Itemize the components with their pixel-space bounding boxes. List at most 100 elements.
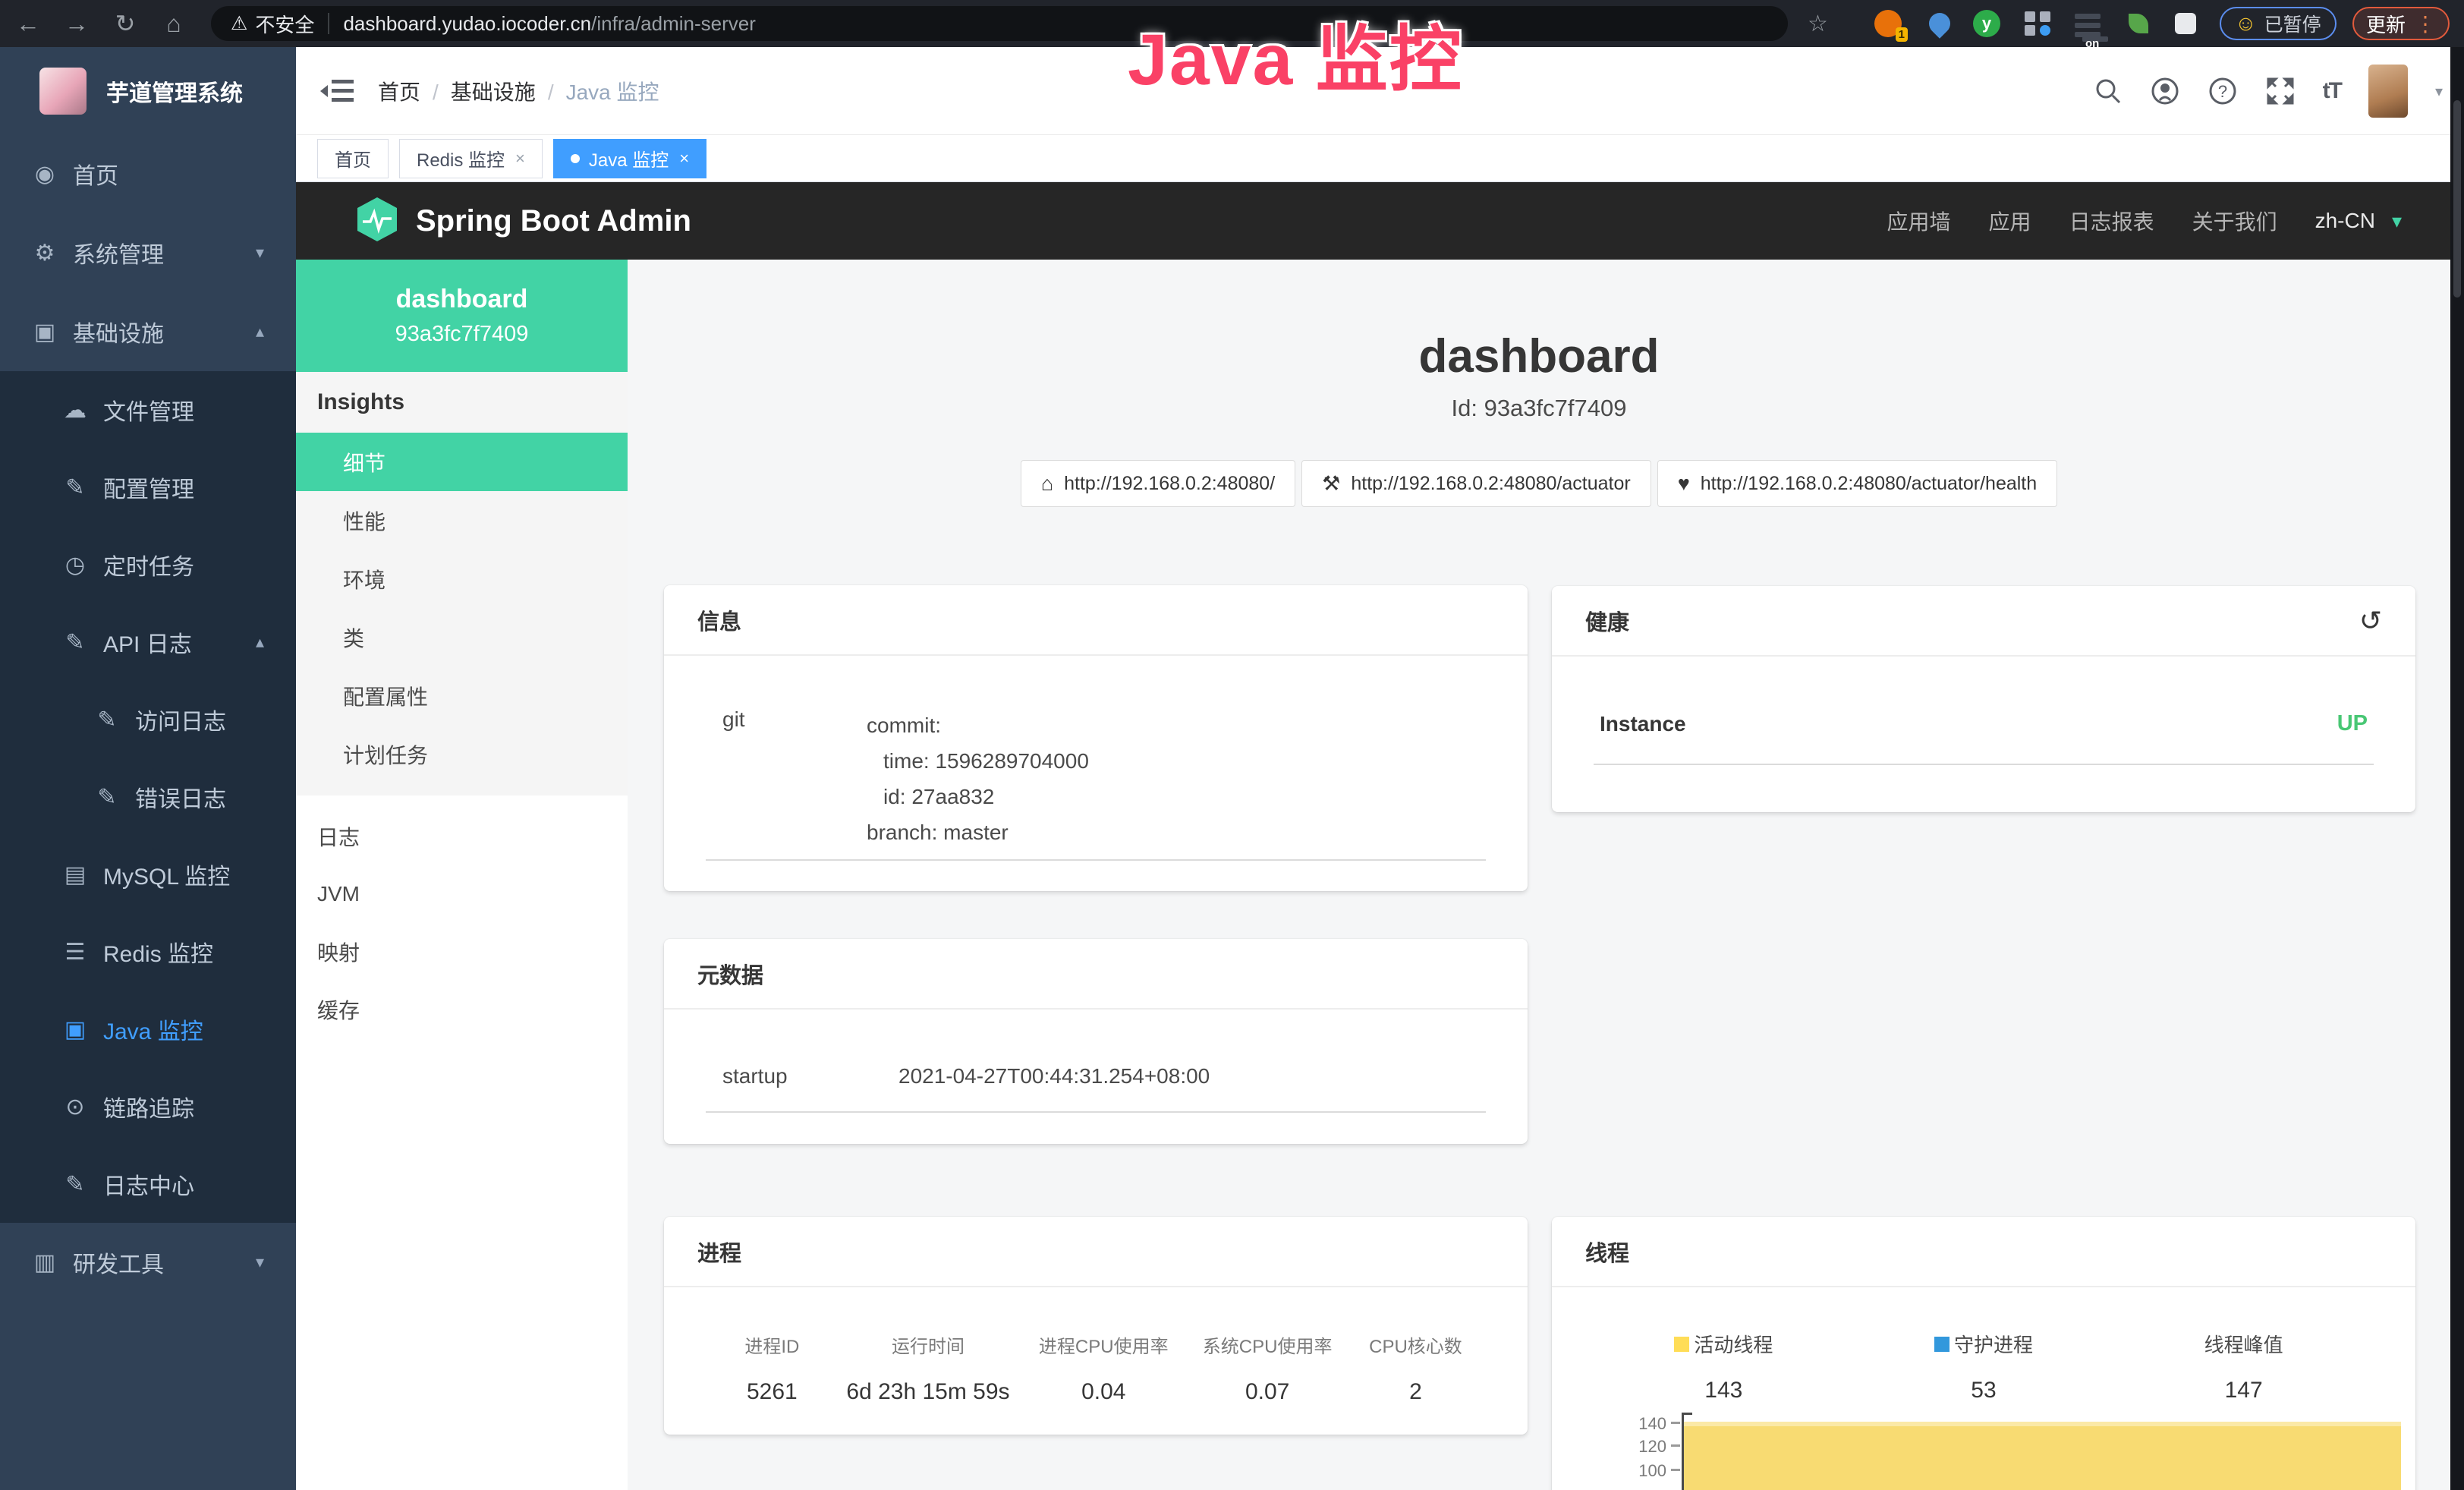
sba-nav-journal[interactable]: 日志报表 (2069, 206, 2154, 236)
extension-switch-icon[interactable]: on (2075, 10, 2102, 37)
sba-item-environment[interactable]: 环境 (296, 550, 628, 608)
sidebar-item-dev-tools[interactable]: ▥ 研发工具 ▾ (0, 1223, 296, 1302)
sba-nav-applications[interactable]: 应用 (1989, 206, 2031, 236)
sidebar-item-system[interactable]: ⚙ 系统管理 ▾ (0, 213, 296, 292)
monitor-icon: ▣ (61, 1016, 90, 1043)
font-size-icon[interactable]: tT (2323, 78, 2341, 104)
browser-home-icon[interactable]: ⌂ (152, 0, 196, 47)
sidebar-item-label: 文件管理 (103, 393, 194, 427)
sba-locale-select[interactable]: zh-CN (2315, 209, 2375, 233)
actuator-url-button[interactable]: ⚒ http://192.168.0.2:48080/actuator (1301, 460, 1651, 507)
process-uptime: 6d 23h 15m 59s (839, 1379, 1018, 1405)
extension-y-icon[interactable]: y (1973, 10, 2000, 37)
instance-id: 93a3fc7f7409 (395, 322, 529, 347)
browser-update-button[interactable]: 更新 ⋮ (2352, 7, 2450, 40)
address-bar[interactable]: ⚠ 不安全 dashboard.yudao.iocoder.cn /infra/… (211, 6, 1788, 41)
sidebar-item-redis-monitor[interactable]: ☰ Redis 监控 (0, 913, 296, 991)
sidebar-item-scheduled-jobs[interactable]: ◷ 定时任务 (0, 526, 296, 603)
sba-item-details[interactable]: 细节 (296, 433, 628, 491)
sidebar-submenu-infra: ☁ 文件管理 ✎ 配置管理 ◷ 定时任务 ✎ API 日志 ▴ ✎ 访问日志 ✎ (0, 371, 296, 1223)
browser-refresh-icon[interactable]: ↻ (103, 0, 147, 47)
tab-home[interactable]: 首页 (317, 139, 389, 178)
profile-paused-chip[interactable]: ☺ 已暂停 (2220, 7, 2337, 40)
tick-mark (1671, 1422, 1680, 1424)
sba-item-jvm[interactable]: JVM (296, 865, 628, 923)
insights-section: Insights 细节 性能 环境 类 配置属性 计划任务 (296, 372, 628, 795)
sidebar-item-access-logs[interactable]: ✎ 访问日志 (0, 681, 296, 758)
sba-item-logs[interactable]: 日志 (296, 808, 628, 865)
sba-nav-wallboard[interactable]: 应用墙 (1887, 206, 1951, 236)
service-url-button[interactable]: ⌂ http://192.168.0.2:48080/ (1021, 460, 1295, 507)
extension-leaf-icon[interactable] (2125, 10, 2152, 37)
extension-puzzle-icon[interactable] (2172, 10, 2199, 37)
close-icon[interactable]: × (515, 149, 525, 169)
sba-item-scheduled-tasks[interactable]: 计划任务 (296, 725, 628, 783)
screenshot-root: ← → ↻ ⌂ ⚠ 不安全 dashboard.yudao.iocoder.cn… (0, 0, 2464, 1490)
search-icon[interactable] (2094, 77, 2123, 106)
sba-item-caches[interactable]: 缓存 (296, 981, 628, 1038)
browser-forward-icon[interactable]: → (55, 0, 99, 47)
instance-name: dashboard (396, 285, 528, 314)
sidebar-collapse-icon[interactable] (320, 77, 354, 109)
github-icon[interactable] (2150, 76, 2180, 106)
instance-header[interactable]: dashboard 93a3fc7f7409 (296, 260, 628, 372)
help-icon[interactable]: ? (2208, 76, 2238, 106)
sba-item-config-props[interactable]: 配置属性 (296, 666, 628, 725)
sidebar-item-home[interactable]: ◉ 首页 (0, 134, 296, 213)
breadcrumb-home[interactable]: 首页 (378, 76, 420, 106)
bookmark-star-icon[interactable]: ☆ (1808, 0, 1828, 47)
user-avatar[interactable] (2368, 65, 2408, 118)
metadata-key: startup (722, 1064, 898, 1088)
sba-item-mappings[interactable]: 映射 (296, 923, 628, 981)
fullscreen-icon[interactable] (2265, 76, 2296, 106)
health-url-button[interactable]: ♥ http://192.168.0.2:48080/actuator/heal… (1657, 460, 2057, 507)
sidebar-item-label: MySQL 监控 (103, 858, 230, 891)
sidebar-item-label: 研发工具 (73, 1246, 164, 1279)
health-card: 健康 ↺ Instance UP (1552, 586, 2415, 812)
chevron-down-icon[interactable]: ▾ (2392, 209, 2402, 233)
tab-redis-monitor[interactable]: Redis 监控 × (399, 139, 543, 178)
avatar-caret-icon[interactable]: ▾ (2435, 82, 2443, 101)
sba-nav-about[interactable]: 关于我们 (2192, 206, 2277, 236)
scrollbar-thumb[interactable] (2453, 100, 2461, 298)
security-label[interactable]: 不安全 (255, 10, 314, 38)
tab-java-monitor[interactable]: Java 监控 × (553, 139, 706, 178)
sba-item-metrics[interactable]: 性能 (296, 491, 628, 550)
heartbeat-icon: ♥ (1678, 472, 1690, 496)
sidebar-item-label: 日志中心 (103, 1167, 194, 1201)
briefcase-icon: ▥ (30, 1249, 59, 1276)
extension-colorpicker-icon[interactable]: 1 (1874, 10, 1902, 37)
health-row[interactable]: Instance UP (1594, 711, 2374, 736)
column-header: 进程ID (706, 1331, 839, 1358)
sidebar-item-config[interactable]: ✎ 配置管理 (0, 449, 296, 526)
sidebar-item-infra[interactable]: ▣ 基础设施 ▴ (0, 292, 296, 371)
svg-text:?: ? (2218, 82, 2227, 101)
browser-back-icon[interactable]: ← (6, 0, 50, 47)
git-time-line: time: 1596289704000 (867, 743, 1089, 779)
sba-item-classes[interactable]: 类 (296, 608, 628, 666)
extension-pin-icon[interactable] (1926, 10, 1953, 37)
breadcrumb-infra[interactable]: 基础设施 (420, 76, 536, 106)
scrollbar[interactable] (2450, 47, 2464, 1490)
sidebar-item-mysql-monitor[interactable]: ▤ MySQL 监控 (0, 836, 296, 913)
sidebar-item-log-center[interactable]: ✎ 日志中心 (0, 1145, 296, 1223)
live-threads-area (1684, 1422, 2401, 1490)
home-icon: ⌂ (1041, 472, 1053, 496)
sidebar-item-label: Java 监控 (103, 1013, 203, 1046)
kebab-menu-icon[interactable]: ⋮ (2415, 11, 2436, 36)
sidebar-item-error-logs[interactable]: ✎ 错误日志 (0, 758, 296, 836)
extension-grid-icon[interactable] (2023, 10, 2050, 37)
sidebar-item-files[interactable]: ☁ 文件管理 (0, 371, 296, 449)
paused-label: 已暂停 (2264, 10, 2321, 37)
sidebar-item-tracing[interactable]: ⊙ 链路追踪 (0, 1068, 296, 1145)
sba-brand-title[interactable]: Spring Boot Admin (416, 204, 691, 238)
sidebar-item-api-logs[interactable]: ✎ API 日志 ▴ (0, 603, 296, 681)
app-logo-row[interactable]: 芋道管理系统 (0, 47, 296, 134)
breadcrumb-current: Java 监控 (536, 76, 659, 106)
close-icon[interactable]: × (679, 149, 689, 169)
y-tick-100: 100 (1621, 1461, 1666, 1481)
spring-boot-admin-logo (355, 196, 399, 247)
sidebar-item-java-monitor[interactable]: ▣ Java 监控 (0, 991, 296, 1068)
instance-id-line: Id: 93a3fc7f7409 (628, 395, 2450, 422)
history-icon[interactable]: ↺ (2359, 605, 2382, 637)
